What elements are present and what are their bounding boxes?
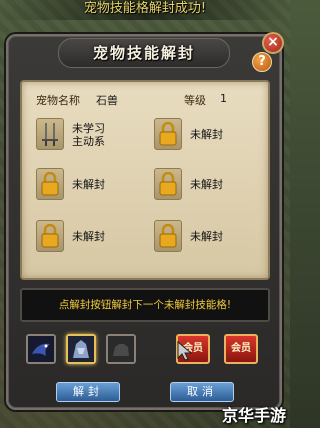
skill-slot-text: 未解封 [190,230,223,243]
lock-icon [154,220,182,252]
pet-level-label: 等级 [184,94,206,107]
pet-name-value: 石兽 [96,94,118,107]
close-icon[interactable]: × [262,32,284,54]
pet-level-value: 1 [220,92,227,105]
lock-icon [36,168,64,200]
sword-icon [36,118,64,150]
pet-selection-row: 会员 会员 [26,334,266,368]
mouse-cursor-icon [177,340,193,361]
cancel-button[interactable]: 取消 [170,382,234,402]
unseal-button[interactable]: 解封 [56,382,120,402]
pet-bird-icon [28,336,54,362]
pet-slot-locked[interactable] [106,334,136,364]
success-toast: 宠物技能格解封成功! [0,0,290,20]
pet-skill-unseal-window: 宠物技能解封 × ? 宠物名称 石兽 等级 1 未学习 主动系 未解封 未解封 … [6,32,284,410]
hint-message: 点解封按钮解封下一个未解封技能格! [20,288,270,322]
skill-slot[interactable]: 未解封 [154,118,264,152]
pet-info-row: 宠物名称 石兽 等级 1 [36,92,258,108]
skill-panel: 宠物名称 石兽 等级 1 未学习 主动系 未解封 未解封 未解封 未解封 未解封 [20,80,270,280]
vip-pet-slot-button[interactable]: 会员 [224,334,258,364]
pet-silhouette-icon [108,336,134,362]
help-icon[interactable]: ? [252,52,272,72]
skill-slot[interactable]: 未解封 [154,168,264,202]
window-title: 宠物技能解封 [92,44,195,62]
skill-slot-text: 未解封 [72,230,105,243]
pet-stone-beast-icon [68,336,94,362]
skill-slot[interactable]: 未解封 [36,220,146,254]
watermark-logo: 京华手游 [221,406,286,425]
pet-slot[interactable] [26,334,56,364]
lock-icon [154,168,182,200]
skill-slot-text: 未解封 [190,128,223,141]
lock-icon [154,118,182,150]
skill-slot-text: 未学习 主动系 [72,122,105,148]
lock-icon [36,220,64,252]
pet-name-label: 宠物名称 [36,94,80,107]
skill-slot[interactable]: 未解封 [154,220,264,254]
window-title-bar: 宠物技能解封 [58,38,230,68]
skill-slot-text: 未解封 [72,178,105,191]
pet-slot-selected[interactable] [66,334,96,364]
skill-slot[interactable]: 未解封 [36,168,146,202]
skill-slot-text: 未解封 [190,178,223,191]
skill-slot[interactable]: 未学习 主动系 [36,118,146,152]
